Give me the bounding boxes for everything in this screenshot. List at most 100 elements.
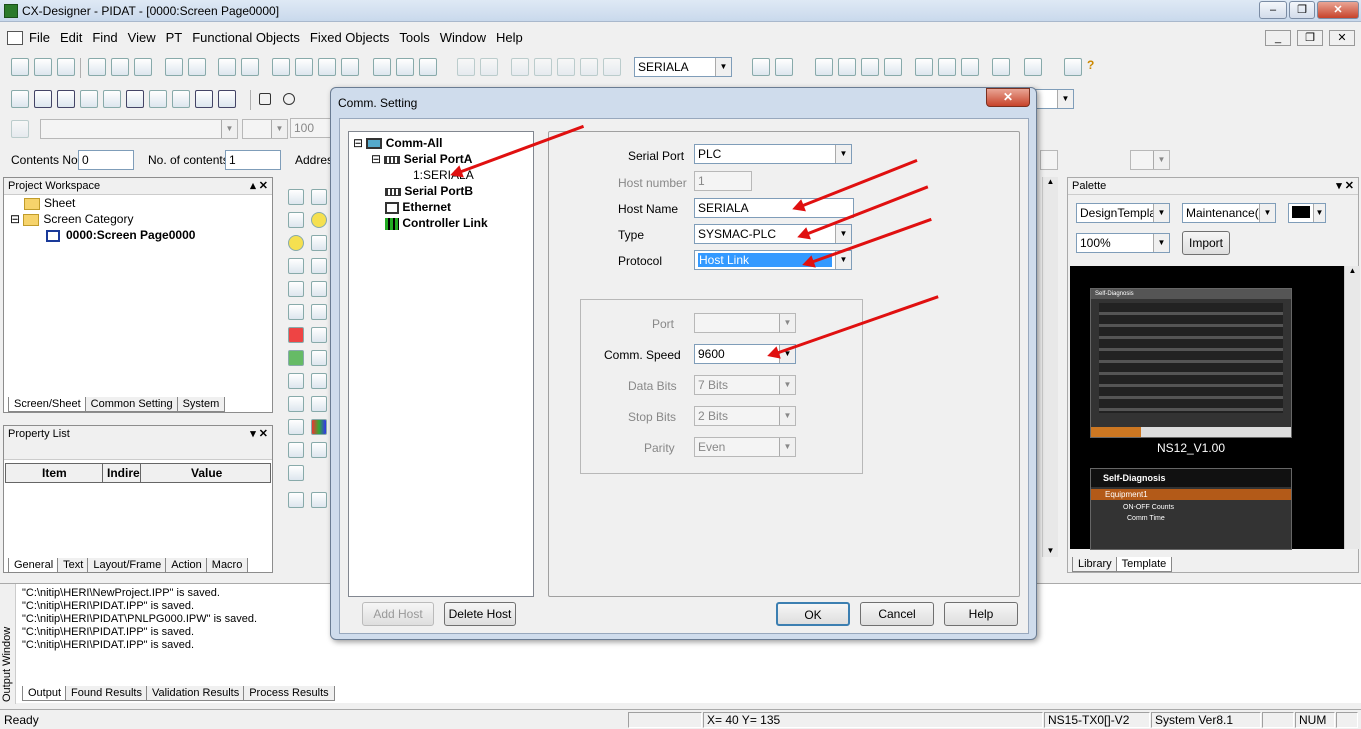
stop-bits-select[interactable]: 2 Bits ▼ [694, 406, 796, 426]
tree-item-screen-page[interactable]: 0000:Screen Page0000 [46, 228, 195, 242]
tree-serial-portb[interactable]: Serial PortB [385, 184, 473, 198]
csv-export-icon[interactable] [241, 58, 259, 76]
tab-general[interactable]: General [8, 558, 60, 573]
multifunction-icon[interactable] [311, 235, 327, 251]
zoom-field[interactable]: 100 [290, 118, 330, 138]
maximize-button[interactable]: ❐ [1289, 1, 1315, 19]
menu-file[interactable]: File [24, 27, 55, 48]
zoom-icon[interactable] [126, 90, 144, 108]
tab-common-setting[interactable]: Common Setting [84, 397, 179, 412]
command-button-icon[interactable] [288, 212, 304, 228]
import-button[interactable]: Import [1182, 231, 1230, 255]
folder-icon[interactable] [961, 58, 979, 76]
layout-icon[interactable] [11, 90, 29, 108]
menu-edit[interactable]: Edit [55, 27, 87, 48]
time-icon[interactable] [288, 396, 304, 412]
rectangle-icon[interactable] [259, 93, 271, 105]
check-icon[interactable] [815, 58, 833, 76]
list-icon[interactable] [1024, 58, 1042, 76]
date-icon[interactable] [311, 350, 327, 366]
tree-comm-all[interactable]: ⊟ Comm-All [353, 136, 442, 150]
snap-icon[interactable] [195, 90, 213, 108]
mdi-minimize-button[interactable]: _ [1265, 30, 1291, 46]
graph-icon[interactable] [311, 373, 327, 389]
add-host-button[interactable]: Add Host [362, 602, 434, 626]
settings-icon[interactable] [938, 58, 956, 76]
delete-host-button[interactable]: Delete Host [444, 602, 516, 626]
wave-icon[interactable] [311, 442, 327, 458]
scroll-down-icon[interactable]: ▼ [1043, 546, 1058, 555]
tools-icon[interactable] [915, 58, 933, 76]
help-button[interactable]: Help [944, 602, 1018, 626]
serial-port-select[interactable]: PLC ▼ [694, 144, 852, 164]
tree-item-screen-category[interactable]: ⊟ Screen Category [10, 212, 133, 226]
close-icon[interactable]: ▾ ✕ [250, 427, 268, 440]
menu-functional-objects[interactable]: Functional Objects [187, 27, 305, 48]
menu-find[interactable]: Find [87, 27, 122, 48]
copy-screen-icon[interactable] [188, 58, 206, 76]
copy-icon[interactable] [534, 58, 552, 76]
page-icon[interactable] [373, 58, 391, 76]
tab-found-results[interactable]: Found Results [65, 686, 148, 701]
push-button-icon[interactable] [288, 189, 304, 205]
book-icon[interactable] [1064, 58, 1082, 76]
video-icon[interactable] [288, 350, 304, 366]
port-select[interactable]: ▼ [694, 313, 796, 333]
trend-icon[interactable] [311, 396, 327, 412]
column-item[interactable]: Item [42, 466, 67, 480]
palette-scrollbar[interactable]: ▲ [1344, 266, 1360, 549]
menu-fixed-objects[interactable]: Fixed Objects [305, 27, 394, 48]
menu-help[interactable]: Help [491, 27, 528, 48]
tab-process-results[interactable]: Process Results [243, 686, 335, 701]
palette-subcategory-select[interactable]: Maintenance(C ▼ [1182, 203, 1276, 223]
tab-library[interactable]: Library [1072, 557, 1118, 572]
save-all-icon[interactable] [57, 58, 75, 76]
edit-icon[interactable] [165, 58, 183, 76]
new-project-icon[interactable] [11, 58, 29, 76]
frame-object-icon[interactable] [288, 492, 304, 508]
port-select[interactable]: SERIALA ▼ [634, 57, 732, 77]
contents-no-input[interactable]: 0 [78, 150, 134, 170]
menu-view[interactable]: View [123, 27, 161, 48]
temporary-input-icon[interactable] [288, 442, 304, 458]
select-icon[interactable] [34, 90, 52, 108]
string-icon[interactable] [288, 281, 304, 297]
host-number-field[interactable]: 1 [694, 171, 752, 191]
template-thumbnail-1[interactable]: Self-Diagnosis [1090, 288, 1292, 438]
cancel-button[interactable]: Cancel [860, 602, 934, 626]
find-icon[interactable] [752, 58, 770, 76]
protocol-select[interactable]: Host Link ▼ [694, 250, 852, 270]
redo-icon[interactable] [480, 58, 498, 76]
format-icon[interactable] [11, 120, 29, 138]
undo-icon[interactable] [457, 58, 475, 76]
csv-import-icon[interactable] [218, 58, 236, 76]
open-icon[interactable] [34, 58, 52, 76]
mdi-close-button[interactable]: ✕ [1329, 30, 1355, 46]
column-indire[interactable]: Indire [102, 464, 144, 482]
cut-icon[interactable] [511, 58, 529, 76]
database-icon[interactable] [884, 58, 902, 76]
frame-icon[interactable] [80, 90, 98, 108]
label-icon[interactable] [288, 258, 304, 274]
palette-category-select[interactable]: DesignTemplate ▼ [1076, 203, 1170, 223]
grid-object-icon[interactable] [311, 492, 327, 508]
numeral-icon[interactable] [311, 258, 327, 274]
word-lamp-icon[interactable] [288, 235, 304, 251]
contents-combo[interactable] [1040, 150, 1058, 170]
object3-icon[interactable] [318, 58, 336, 76]
font-select[interactable]: ▼ [40, 119, 238, 139]
scroll-up-icon[interactable]: ▲ [1345, 266, 1360, 275]
tree-serial-porta[interactable]: ⊟ Serial PortA [371, 152, 472, 166]
ok-button[interactable]: OK [776, 602, 850, 626]
host-name-input[interactable]: SERIALA [694, 198, 854, 218]
tab-system[interactable]: System [176, 397, 226, 412]
tab-layout-frame[interactable]: Layout/Frame [87, 558, 168, 573]
gauge-icon[interactable] [311, 304, 327, 320]
menu-window[interactable]: Window [435, 27, 491, 48]
save-icon[interactable] [134, 58, 152, 76]
close-icon[interactable]: ▾ ✕ [1336, 179, 1354, 192]
grid-icon[interactable] [57, 90, 75, 108]
bit-lamp-icon[interactable] [311, 212, 327, 228]
mdi-restore-button[interactable]: ❐ [1297, 30, 1323, 46]
column-value[interactable]: Value [140, 464, 222, 482]
